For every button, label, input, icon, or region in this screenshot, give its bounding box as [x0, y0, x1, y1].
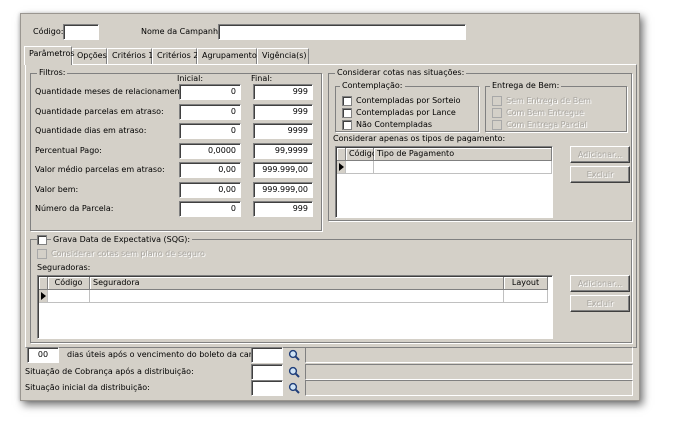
filtro-label-dias: Quantidade dias em atraso:	[35, 126, 147, 135]
situacoes-title: Considerar cotas nas situações:	[335, 68, 467, 78]
filtro-valor-bem-inicial[interactable]: 0,00	[179, 182, 241, 198]
filtro-meses-inicial[interactable]: 0	[179, 84, 241, 100]
grava-data-label: Grava Data de Expectativa (SQG):	[51, 235, 193, 245]
filtro-parcela-final[interactable]: 999	[253, 201, 313, 217]
filtro-label-parcelas: Quantidade parcelas em atraso:	[35, 107, 164, 116]
filtro-valor-medio-final[interactable]: 999.999,00	[253, 162, 313, 178]
col-inicial-label: Inicial:	[177, 74, 204, 83]
seguradoras-add-button[interactable]: Adicionar...	[570, 275, 630, 292]
entrega-group: Entrega de Bem: Sem Entrega de Bem Com B…	[485, 81, 627, 132]
row-pointer-icon	[41, 292, 46, 300]
tab-vigencias[interactable]: Vigência(s)	[257, 48, 309, 64]
search-icon[interactable]	[288, 382, 300, 394]
search-icon[interactable]	[288, 366, 300, 378]
campaign-window: Código: Nome da Campanha: Parâmetros Opç…	[20, 13, 640, 401]
contempladas-lance-checkbox[interactable]	[342, 108, 352, 118]
filtro-label-valor-medio: Valor médio parcelas em atraso:	[35, 165, 165, 174]
contempladas-sorteio-checkbox[interactable]	[342, 96, 352, 106]
pagamento-grid[interactable]: Código Tipo de Pagamento	[335, 146, 553, 218]
contemplacao-title: Contemplação:	[340, 81, 405, 91]
filtro-parcela-inicial[interactable]: 0	[179, 201, 241, 217]
contemplacao-group: Contemplação: Contempladas por Sorteio C…	[335, 81, 479, 132]
dias-uteis-description	[305, 347, 633, 363]
col-final-label: Final:	[251, 74, 273, 83]
entrega-parcial-label: Com Entrega Parcial	[506, 120, 587, 129]
pagamento-col-tipo[interactable]: Tipo de Pagamento	[374, 148, 552, 161]
pagamento-remove-button[interactable]: Excluir	[570, 166, 630, 183]
filtro-dias-inicial[interactable]: 0	[179, 123, 241, 139]
pagamento-grid-indicator-header	[337, 148, 346, 161]
seguradoras-grid[interactable]: Código Seguradora Layout	[37, 275, 553, 339]
dias-uteis-label: dias úteis após o vencimento do boleto d…	[67, 350, 263, 359]
bem-entregue-label: Com Bem Entregue	[506, 108, 584, 117]
nao-contempladas-label: Não Contempladas	[356, 120, 433, 129]
filtro-label-parcela: Número da Parcela:	[35, 204, 114, 213]
nao-contempladas-checkbox[interactable]	[342, 120, 352, 130]
seguradoras-cell-codigo[interactable]	[48, 290, 90, 303]
row-pointer-icon	[339, 163, 344, 171]
filtro-label-percentual: Percentual Pago:	[35, 146, 102, 155]
seguradoras-col-layout[interactable]: Layout	[504, 277, 548, 290]
seguradoras-grid-indicator-header	[39, 277, 48, 290]
seguradoras-cell-seguradora[interactable]	[90, 290, 504, 303]
cobranca-description	[305, 364, 633, 380]
tab-criterios-1[interactable]: Critérios 1	[107, 48, 153, 64]
filtro-parcelas-inicial[interactable]: 0	[179, 104, 241, 120]
codigo-label: Código:	[33, 27, 64, 36]
tab-criterios-2[interactable]: Critérios 2	[152, 48, 198, 64]
pagamento-col-codigo[interactable]: Código	[346, 148, 377, 161]
seguradoras-cell-layout[interactable]	[504, 290, 548, 303]
contempladas-lance-label: Contempladas por Lance	[356, 108, 456, 117]
seguradoras-col-codigo[interactable]: Código	[48, 277, 90, 290]
situacao-inicial-code-input[interactable]	[251, 380, 283, 396]
pagamento-row-indicator	[337, 161, 346, 174]
considerar-seguro-checkbox[interactable]	[37, 249, 47, 259]
campanha-label: Nome da Campanha:	[141, 27, 226, 36]
tab-agrupamento[interactable]: Agrupamento	[197, 48, 257, 64]
cobranca-label: Situação de Cobrança após a distribuição…	[25, 367, 194, 376]
filtro-percentual-inicial[interactable]: 0,0000	[179, 143, 241, 159]
grava-data-checkbox[interactable]	[37, 235, 47, 245]
seguradoras-title: Seguradoras:	[37, 263, 91, 272]
filtro-label-meses: Quantidade meses de relacionamento:	[35, 87, 191, 96]
situacoes-group: Considerar cotas nas situações: Contempl…	[328, 68, 632, 221]
bem-entregue-checkbox[interactable]	[492, 108, 502, 118]
tab-opcoes[interactable]: Opções	[72, 48, 107, 64]
filtro-parcelas-final[interactable]: 999	[253, 104, 313, 120]
pagamento-add-button[interactable]: Adicionar...	[570, 146, 630, 163]
filtro-dias-final[interactable]: 9999	[253, 123, 313, 139]
pagamento-cell-codigo[interactable]	[346, 161, 374, 174]
filtro-label-valor-bem: Valor bem:	[35, 185, 79, 194]
sem-entrega-label: Sem Entrega de Bem	[506, 96, 591, 105]
filtro-valor-bem-final[interactable]: 999.999,00	[253, 182, 313, 198]
tab-page-parametros: Filtros: Inicial: Final: Quantidade mese…	[25, 64, 637, 348]
pagamento-title: Considerar apenas os tipos de pagamento:	[333, 134, 506, 143]
codigo-input[interactable]	[63, 24, 99, 40]
dias-uteis-code-input[interactable]	[251, 347, 283, 363]
dias-uteis-input[interactable]: 00	[27, 347, 59, 363]
filtros-group: Filtros: Inicial: Final: Quantidade mese…	[30, 68, 322, 231]
contempladas-sorteio-label: Contempladas por Sorteio	[356, 96, 461, 105]
filtro-valor-medio-inicial[interactable]: 0,00	[179, 162, 241, 178]
search-icon[interactable]	[288, 349, 300, 361]
seguradoras-col-seguradora[interactable]: Seguradora	[90, 277, 504, 290]
tab-parametros[interactable]: Parâmetros	[24, 46, 75, 65]
entrega-title: Entrega de Bem:	[490, 81, 562, 91]
campanha-input[interactable]	[218, 24, 466, 40]
filtro-meses-final[interactable]: 999	[253, 84, 313, 100]
filtro-percentual-final[interactable]: 99,9999	[253, 143, 313, 159]
situacao-inicial-description	[305, 380, 633, 396]
seguradoras-remove-button[interactable]: Excluir	[570, 295, 630, 312]
situacao-inicial-label: Situação inicial da distribuição:	[25, 383, 150, 392]
seguradoras-row-indicator	[39, 290, 48, 303]
sem-entrega-checkbox[interactable]	[492, 96, 502, 106]
filtros-title: Filtros:	[37, 68, 68, 78]
pagamento-cell-tipo[interactable]	[374, 161, 552, 174]
seguradoras-group: Grava Data de Expectativa (SQG): Conside…	[30, 235, 632, 343]
considerar-seguro-label: Considerar cotas sem plano de seguro	[51, 249, 205, 258]
cobranca-code-input[interactable]	[251, 364, 283, 380]
entrega-parcial-checkbox[interactable]	[492, 120, 502, 130]
